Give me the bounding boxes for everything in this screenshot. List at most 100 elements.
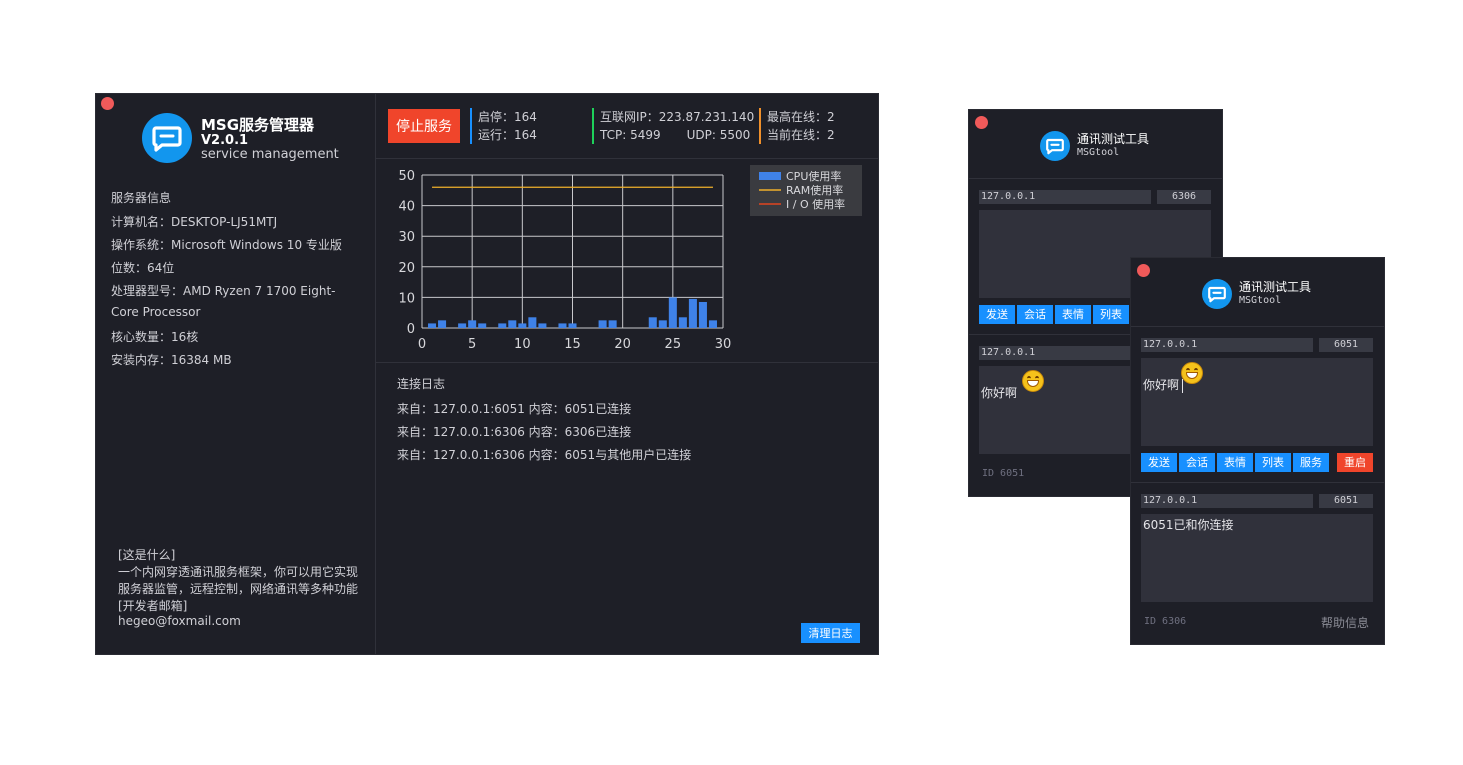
session-button[interactable]: 会话 [1017,305,1053,324]
message-input[interactable]: 你好啊 [1141,358,1373,446]
target-port-field[interactable]: 6306 [1157,190,1211,204]
cpu-bar [428,323,437,328]
clear-log-button[interactable]: 清理日志 [801,623,860,643]
max-online: 最高在线：2 [767,110,835,124]
y-tick-label: 20 [398,261,415,276]
x-tick-label: 15 [564,337,581,352]
udp-port: UDP: 5500 [686,128,751,142]
x-tick-label: 30 [715,337,732,352]
message-draft: 你好啊 [1143,376,1184,393]
divider [969,178,1222,179]
legend-swatch [759,172,781,180]
cpu-bar [528,317,537,328]
send-button[interactable]: 发送 [1141,453,1177,472]
target-ip-field[interactable]: 127.0.0.1 [1141,338,1313,352]
tool-title: 通讯测试工具 [1239,280,1312,294]
log-entry: 来自：127.0.0.1:6306 内容：6051与其他用户已连接 [397,448,692,462]
cpu-bar [608,320,617,328]
app-title: MSG服务管理器 [201,116,315,134]
cpu-bar [648,317,657,328]
cpu-bar [458,323,467,328]
bits-info: 位数：64位 [111,261,175,275]
server-info-heading: 服务器信息 [111,191,172,205]
service-button[interactable]: 服务 [1293,453,1329,472]
cpu-bar [498,323,507,328]
connection-log: 连接日志 来自：127.0.0.1:6051 内容：6051已连接 来自：127… [376,363,878,654]
app-subtitle: service management [201,147,339,162]
cpu-bar [508,320,517,328]
tool-logo-icon [1040,131,1070,161]
run-count: 运行：164 [478,128,537,142]
main-window: MSG服务管理器 V2.0.1 service management 服务器信息… [95,93,879,655]
text-caret [1182,378,1184,393]
emoji-button[interactable]: 表情 [1055,305,1091,324]
cpu-bar [698,301,707,328]
tool-title: 通讯测试工具 [1077,132,1150,146]
log-entry: 来自：127.0.0.1:6306 内容：6306已连接 [397,425,632,439]
close-icon[interactable] [1137,264,1150,277]
cpu-info-cont: Core Processor [111,305,201,319]
online-stats: 最高在线：2 当前在线：2 [759,108,835,144]
list-button[interactable]: 列表 [1093,305,1129,324]
cpu-bar [678,317,687,328]
cores-info: 核心数量：16核 [111,330,199,344]
os-info: 操作系统：Microsoft Windows 10 专业版 [111,238,342,252]
target-port-field[interactable]: 6051 [1319,338,1373,352]
receive-port-field[interactable]: 6051 [1319,494,1373,508]
developer-heading: [开发者邮箱] [118,599,188,613]
computer-name: 计算机名：DESKTOP-LJ51MTJ [111,215,278,229]
about-text-2: 服务器监管，远程控制，网络通讯等多种功能 [118,582,359,596]
cpu-bar [568,323,577,328]
legend-label: I / O 使用率 [786,197,845,211]
cpu-bar [658,320,667,328]
session-button[interactable]: 会话 [1179,453,1215,472]
cpu-bar [468,320,477,328]
about-text-1: 一个内网穿透通讯服务框架，你可以用它实现 [118,565,359,579]
usage-chart-svg: 0 10 20 30 40 50 0 5 10 15 20 25 30 CPU使用率RAM使用率I / O… [398,165,862,352]
x-tick-label: 0 [418,337,426,352]
received-message: 你好啊 [981,386,1018,400]
received-messages: 6051已和你连接 [1141,514,1373,602]
send-button[interactable]: 发送 [979,305,1015,324]
tool-subtitle: MSGtool [1239,295,1282,306]
y-tick-label: 50 [398,169,415,184]
receive-ip-field[interactable]: 127.0.0.1 [1141,494,1313,508]
cpu-bar [478,323,487,328]
x-tick-label: 20 [614,337,631,352]
status-bar: 停止服务 启停：164 运行：164 互联网IP：223.87.231.140 … [376,94,878,159]
service-stats: 启停：164 运行：164 [470,108,537,144]
client-id: ID 6051 [982,468,1025,479]
log-entry: 来自：127.0.0.1:6051 内容：6051已连接 [397,402,632,416]
cpu-bar [598,320,607,328]
y-tick-label: 0 [407,322,415,337]
cpu-bar [518,323,527,328]
stop-service-button[interactable]: 停止服务 [388,109,460,143]
close-icon[interactable] [975,116,988,129]
start-count: 启停：164 [478,110,537,124]
legend-label: RAM使用率 [786,183,843,197]
developer-email[interactable]: hegeo@foxmail.com [118,614,241,628]
restart-button[interactable]: 重启 [1337,453,1373,472]
tcp-port: TCP: 5499 [600,128,661,142]
cpu-bar [538,323,547,328]
legend-label: CPU使用率 [786,169,841,183]
y-tick-label: 30 [398,230,415,245]
cpu-bar [708,320,717,328]
app-version: V2.0.1 [201,133,249,148]
cpu-bar [438,320,447,328]
help-link[interactable]: 帮助信息 [1321,614,1369,631]
x-tick-label: 5 [468,337,476,352]
cpu-bar [688,298,697,328]
client-id: ID 6306 [1144,616,1187,627]
emoji-button[interactable]: 表情 [1217,453,1253,472]
receive-ip-field[interactable]: 127.0.0.1 [979,346,1151,360]
target-ip-field[interactable]: 127.0.0.1 [979,190,1151,204]
about-heading: [这是什么] [118,548,176,562]
network-stats: 互联网IP：223.87.231.140 TCP: 5499 UDP: 5500 [592,108,754,144]
usage-chart: 0 10 20 30 40 50 0 5 10 15 20 25 30 CPU使用率 RAM使用率 I / O… [376,159,878,363]
y-tick-label: 10 [398,291,415,306]
list-button[interactable]: 列表 [1255,453,1291,472]
log-title: 连接日志 [397,377,446,391]
cpu-bar [668,297,677,328]
grin-emoji-icon [1022,370,1044,392]
